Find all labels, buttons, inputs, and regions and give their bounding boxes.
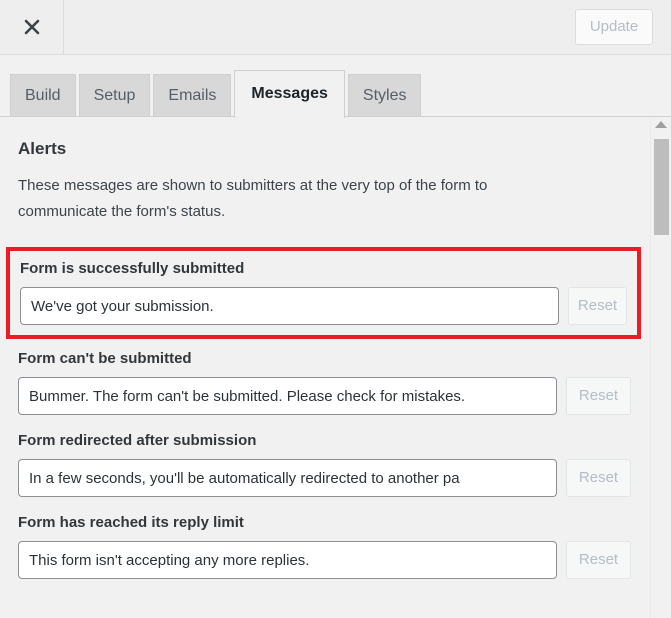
field-group-success: Form is successfully submitted Reset (6, 247, 641, 339)
alerts-section: Alerts These messages are shown to submi… (0, 117, 649, 595)
header-bar: Update (0, 0, 671, 55)
field-label: Form redirected after submission (18, 432, 257, 449)
section-description: These messages are shown to submitters a… (18, 177, 488, 220)
update-button[interactable]: Update (575, 9, 653, 45)
field-label: Form has reached its reply limit (18, 514, 244, 531)
error-message-input[interactable] (18, 377, 557, 415)
tab-build[interactable]: Build (10, 74, 76, 118)
triangle-up-icon[interactable] (655, 121, 667, 128)
tab-list: Build Setup Emails Messages Styles (10, 69, 422, 118)
tab-bar: Build Setup Emails Messages Styles (0, 55, 671, 118)
redirect-message-input[interactable] (18, 459, 557, 497)
vertical-scrollbar[interactable] (650, 117, 671, 618)
tab-setup[interactable]: Setup (78, 74, 151, 118)
reset-button-error[interactable]: Reset (566, 377, 631, 415)
field-row: Reset (18, 459, 631, 497)
field-group-error: Form can't be submitted Reset (18, 349, 631, 415)
messages-panel: Alerts These messages are shown to submi… (0, 117, 671, 618)
tab-styles[interactable]: Styles (347, 74, 422, 118)
field-group-redirect: Form redirected after submission Reset (18, 431, 631, 497)
form-editor-window: Update Build Setup Emails Messages Style… (0, 0, 671, 618)
close-button[interactable] (0, 0, 64, 54)
field-label: Form can't be submitted (18, 350, 192, 367)
tab-messages[interactable]: Messages (234, 70, 345, 118)
field-row: Reset (18, 541, 631, 579)
reply-limit-message-input[interactable] (18, 541, 557, 579)
reset-button-redirect[interactable]: Reset (566, 459, 631, 497)
field-group-reply-limit: Form has reached its reply limit Reset (18, 513, 631, 579)
field-label: Form is successfully submitted (20, 260, 245, 277)
tab-emails[interactable]: Emails (153, 74, 232, 118)
field-row: Reset (18, 377, 631, 415)
reset-button-success[interactable]: Reset (568, 287, 627, 325)
field-row: Reset (20, 287, 627, 325)
success-message-input[interactable] (20, 287, 559, 325)
section-title: Alerts (18, 139, 67, 158)
scrollbar-thumb[interactable] (654, 139, 669, 235)
reset-button-reply-limit[interactable]: Reset (566, 541, 631, 579)
close-icon (24, 19, 39, 35)
